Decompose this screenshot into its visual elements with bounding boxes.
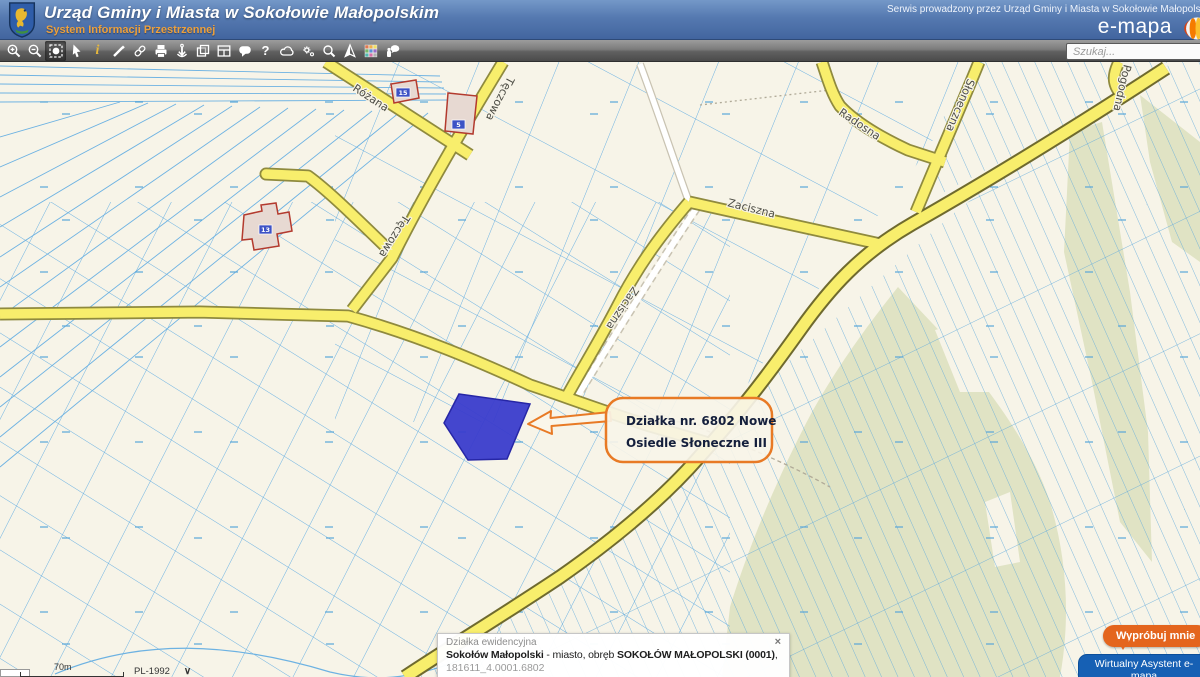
- address-plate: 13: [261, 226, 270, 234]
- e-mapa-brand: e-mapa: [1098, 15, 1172, 39]
- assistant-try-button[interactable]: Wypróbuj mnie: [1103, 625, 1200, 647]
- scale-bar: 70m: [20, 662, 130, 677]
- page-title: Urząd Gminy i Miasta w Sokołowie Małopol…: [44, 3, 439, 23]
- help-icon[interactable]: ?: [255, 41, 276, 61]
- search-address-icon[interactable]: [318, 41, 339, 61]
- measure-icon[interactable]: [108, 41, 129, 61]
- crs-label: PL-1992: [134, 666, 170, 677]
- copy-view-icon[interactable]: [192, 41, 213, 61]
- info-panel-header: × Działka ewidencyjna: [446, 637, 781, 648]
- coat-of-arms: [8, 2, 36, 38]
- parcel-town: Sokołów Małopolski: [446, 649, 544, 661]
- e-mapa-app: Urząd Gminy i Miasta w Sokołowie Małopol…: [0, 0, 1200, 677]
- settings-icon[interactable]: [297, 41, 318, 61]
- zoom-out-icon[interactable]: [24, 41, 45, 61]
- print-icon[interactable]: [150, 41, 171, 61]
- service-note: Serwis prowadzony przez Urząd Gminy i Mi…: [887, 4, 1200, 15]
- e-mapa-logo-icon: [1184, 17, 1200, 40]
- scale-bar-line: [20, 672, 124, 677]
- page-subtitle: System Informacji Przestrzennej: [46, 24, 215, 36]
- select-area-icon[interactable]: [45, 41, 66, 61]
- download-icon[interactable]: [171, 41, 192, 61]
- parcel-town-suffix: - miasto, obręb: [544, 649, 617, 661]
- close-icon[interactable]: ×: [775, 637, 781, 647]
- virtual-assistant-panel[interactable]: Wirtualny Asystent e-mapa (v.0.3.6): [1078, 654, 1200, 677]
- parcel-description: Sokołów Małopolski - miasto, obręb SOKOŁ…: [446, 649, 781, 661]
- address-plate: 15: [398, 89, 408, 97]
- pointer-icon[interactable]: [66, 41, 87, 61]
- assistant-name: Wirtualny Asystent e-mapa: [1083, 658, 1200, 677]
- crs-selector[interactable]: PL-1992 ∨: [134, 666, 191, 677]
- legend-icon[interactable]: [360, 41, 381, 61]
- address-plate: 5: [456, 121, 461, 129]
- feedback-chat-icon[interactable]: [381, 41, 402, 61]
- header-bar: Urząd Gminy i Miasta w Sokołowie Małopol…: [0, 0, 1200, 40]
- parcel-number-label: , numer dz.: [775, 649, 781, 661]
- zoom-in-icon[interactable]: [3, 41, 24, 61]
- callout-line1: Działka nr. 6802 Nowe: [626, 414, 776, 428]
- map-viewport[interactable]: Różana Tęczowa Tęczowa Zaciszna Zaciszna…: [0, 62, 1200, 677]
- map-toolbar: i ?: [0, 40, 1200, 62]
- identify-info-icon[interactable]: i: [87, 41, 108, 61]
- parcel-obreb: SOKOŁÓW MAŁOPOLSKI (0001): [617, 649, 775, 661]
- search-input[interactable]: [1066, 43, 1200, 60]
- cloud-services-icon[interactable]: [276, 41, 297, 61]
- comment-icon[interactable]: [234, 41, 255, 61]
- north-arrow-icon[interactable]: [339, 41, 360, 61]
- parcel-id: 181611_4.0001.6802: [446, 662, 781, 674]
- link-icon[interactable]: [129, 41, 150, 61]
- layout-panels-icon[interactable]: [213, 41, 234, 61]
- callout-line2: Osiedle Słoneczne III: [626, 436, 767, 450]
- info-panel-title: Działka ewidencyjna: [446, 637, 537, 648]
- base-map: Różana Tęczowa Tęczowa Zaciszna Zaciszna…: [0, 62, 1200, 677]
- feature-info-panel: × Działka ewidencyjna Sokołów Małopolski…: [437, 633, 790, 677]
- scale-label: 70m: [54, 662, 130, 672]
- chevron-down-icon: ∨: [184, 666, 191, 677]
